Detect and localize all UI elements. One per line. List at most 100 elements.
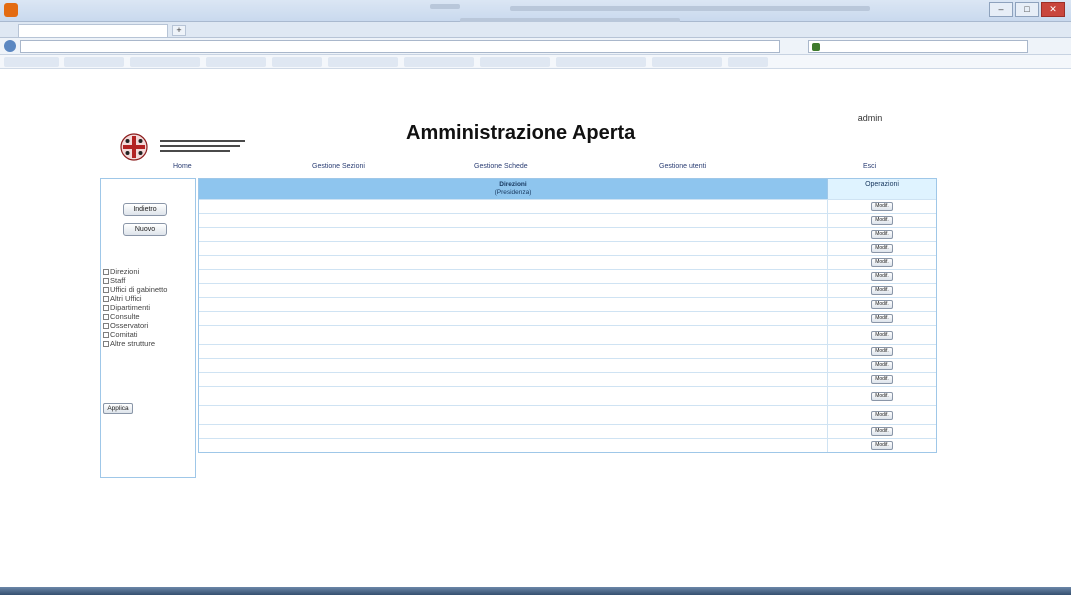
row-operations-cell: Modif. <box>827 270 936 283</box>
checkbox[interactable] <box>103 304 109 311</box>
modify-button[interactable]: Modif. <box>871 347 893 356</box>
row-operations-cell: Modif. <box>827 200 936 213</box>
modify-button[interactable]: Modif. <box>871 202 893 211</box>
search-input[interactable] <box>808 40 1028 53</box>
bookmarks-bar <box>0 55 1071 69</box>
modify-button[interactable]: Modif. <box>871 300 893 309</box>
bookmark-item[interactable] <box>64 57 124 67</box>
filter-staff[interactable]: Staff <box>103 276 167 285</box>
bookmark-item[interactable] <box>4 57 59 67</box>
table-row: Modif. <box>199 199 936 213</box>
browser-window: – □ ✕ + Amministrazione Aperta admin Hom… <box>0 0 1071 595</box>
user-name: admin <box>857 113 883 123</box>
modify-button[interactable]: Modif. <box>871 410 893 420</box>
modify-button[interactable]: Modif. <box>871 314 893 323</box>
bookmark-item[interactable] <box>404 57 474 67</box>
table-row: Modif. <box>199 283 936 297</box>
row-operations-cell: Modif. <box>827 298 936 311</box>
row-operations-cell: Modif. <box>827 406 936 424</box>
bookmark-item[interactable] <box>328 57 398 67</box>
row-name-cell <box>199 214 827 227</box>
row-operations-cell: Modif. <box>827 387 936 405</box>
modify-button[interactable]: Modif. <box>871 391 893 401</box>
table-row: Modif. <box>199 344 936 358</box>
new-tab-button[interactable]: + <box>172 25 186 36</box>
row-name-cell <box>199 200 827 213</box>
browser-app-icon <box>4 3 18 17</box>
bookmark-item[interactable] <box>272 57 322 67</box>
checkbox[interactable] <box>103 322 109 329</box>
main-menu: Home Gestione Sezioni Gestione Schede Ge… <box>100 163 940 175</box>
filter-consulte[interactable]: Consulte <box>103 312 167 321</box>
modify-button[interactable]: Modif. <box>871 361 893 370</box>
checkbox[interactable] <box>103 331 109 338</box>
modify-button[interactable]: Modif. <box>871 427 893 436</box>
row-operations-cell: Modif. <box>827 256 936 269</box>
os-taskbar <box>0 587 1071 595</box>
menu-gestione-sezioni[interactable]: Gestione Sezioni <box>312 163 365 170</box>
row-name-cell <box>199 359 827 372</box>
table-row: Modif. <box>199 241 936 255</box>
modify-button[interactable]: Modif. <box>871 286 893 295</box>
strutture-table: Direzioni (Presidenza) Operazioni Modif.… <box>198 178 937 453</box>
filter-list: Direzioni Staff Uffici di gabinetto Altr… <box>103 267 167 348</box>
modify-button[interactable]: Modif. <box>871 330 893 340</box>
row-operations-cell: Modif. <box>827 359 936 372</box>
close-button[interactable]: ✕ <box>1041 2 1065 17</box>
menu-home[interactable]: Home <box>173 163 192 170</box>
browser-tab[interactable] <box>18 24 168 37</box>
maximize-button[interactable]: □ <box>1015 2 1039 17</box>
indietro-button[interactable]: Indietro <box>123 203 167 216</box>
table-row: Modif. <box>199 325 936 344</box>
row-operations-cell: Modif. <box>827 439 936 452</box>
modify-button[interactable]: Modif. <box>871 441 893 450</box>
menu-gestione-utenti[interactable]: Gestione utenti <box>659 163 706 170</box>
bookmark-item[interactable] <box>728 57 768 67</box>
menu-esci[interactable]: Esci <box>863 163 876 170</box>
modify-button[interactable]: Modif. <box>871 244 893 253</box>
table-row: Modif. <box>199 311 936 325</box>
checkbox[interactable] <box>103 286 109 293</box>
bookmark-item[interactable] <box>130 57 200 67</box>
logo-wordmark <box>160 140 245 154</box>
bookmark-item[interactable] <box>652 57 722 67</box>
row-operations-cell: Modif. <box>827 284 936 297</box>
table-row: Modif. <box>199 297 936 311</box>
menu-gestione-schede[interactable]: Gestione Schede <box>474 163 528 170</box>
modify-button[interactable]: Modif. <box>871 272 893 281</box>
bookmark-item[interactable] <box>480 57 550 67</box>
row-name-cell <box>199 439 827 452</box>
filter-dipartimenti[interactable]: Dipartimenti <box>103 303 167 312</box>
filter-comitati[interactable]: Comitati <box>103 330 167 339</box>
row-name-cell <box>199 228 827 241</box>
bookmark-item[interactable] <box>556 57 646 67</box>
filter-altri-uffici[interactable]: Altri Uffici <box>103 294 167 303</box>
checkbox[interactable] <box>103 295 109 302</box>
filter-direzioni[interactable]: Direzioni <box>103 267 167 276</box>
checkbox[interactable] <box>103 340 109 347</box>
row-name-cell <box>199 425 827 438</box>
modify-button[interactable]: Modif. <box>871 258 893 267</box>
checkbox[interactable] <box>103 313 109 320</box>
applica-button[interactable]: Applica <box>103 403 133 414</box>
modify-button[interactable]: Modif. <box>871 216 893 225</box>
window-controls: – □ ✕ <box>989 2 1065 17</box>
checkbox[interactable] <box>103 268 109 275</box>
url-input[interactable] <box>20 40 780 53</box>
filter-osservatori[interactable]: Osservatori <box>103 321 167 330</box>
row-operations-cell: Modif. <box>827 228 936 241</box>
modify-button[interactable]: Modif. <box>871 230 893 239</box>
tab-bar: + <box>0 22 1071 38</box>
minimize-button[interactable]: – <box>989 2 1013 17</box>
row-name-cell <box>199 242 827 255</box>
filter-altre-strutture[interactable]: Altre strutture <box>103 339 167 348</box>
filter-uffici-di-gabinetto[interactable]: Uffici di gabinetto <box>103 285 167 294</box>
table-row: Modif. <box>199 358 936 372</box>
modify-button[interactable]: Modif. <box>871 375 893 384</box>
back-arrow-icon[interactable] <box>4 40 16 52</box>
checkbox[interactable] <box>103 277 109 284</box>
nuovo-button[interactable]: Nuovo <box>123 223 167 236</box>
row-name-cell <box>199 256 827 269</box>
bookmark-item[interactable] <box>206 57 266 67</box>
row-operations-cell: Modif. <box>827 326 936 344</box>
